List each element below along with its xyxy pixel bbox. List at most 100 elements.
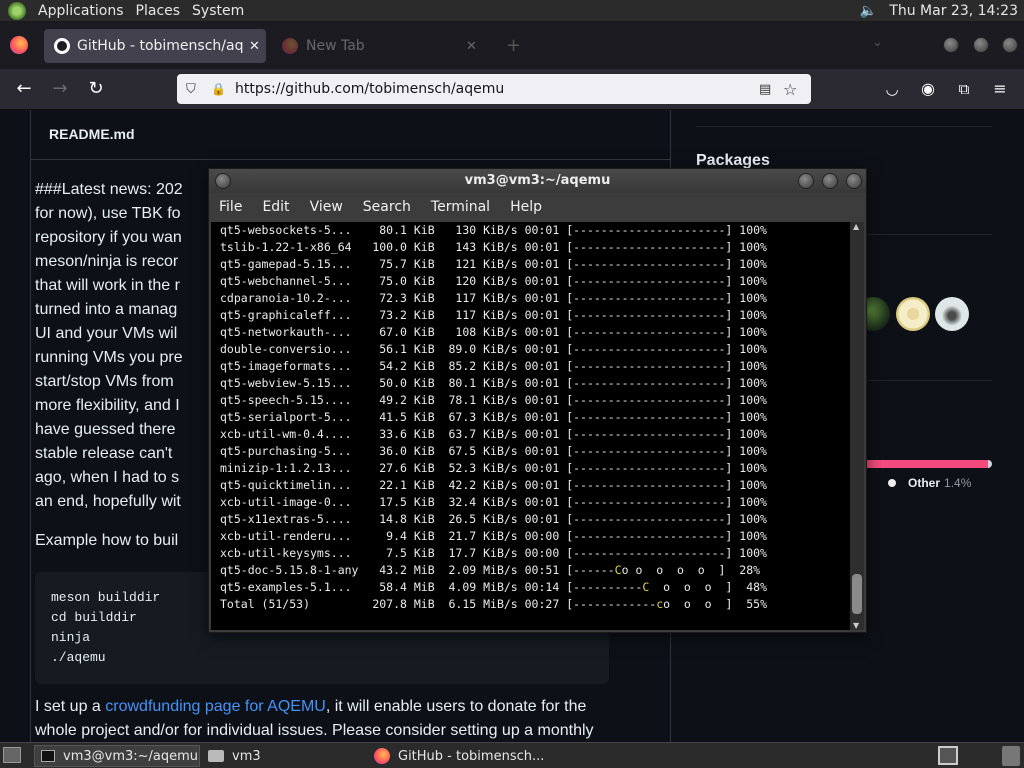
list-tabs-icon[interactable]: ⌄ bbox=[872, 35, 883, 50]
readme-line: meson/ninja is recor bbox=[35, 253, 179, 270]
terminal-scroll-thumb[interactable] bbox=[852, 574, 862, 614]
distro-logo-icon[interactable] bbox=[8, 1, 26, 20]
crowdfunding-link[interactable]: crowdfunding page for AQEMU bbox=[105, 698, 326, 715]
terminal-line: qt5-imageformats... 54.2 KiB 85.2 KiB/s … bbox=[220, 359, 767, 373]
terminal-minimize-button[interactable] bbox=[798, 173, 814, 189]
progress-bar-text: [----------------------] bbox=[566, 342, 733, 356]
progress-bar-text: [----------------------] bbox=[566, 308, 733, 322]
progress-bar-text: [----------------------] bbox=[566, 410, 733, 424]
pocket-icon[interactable]: ◡ bbox=[880, 77, 904, 101]
maximize-window-button[interactable] bbox=[973, 37, 989, 53]
tab-new-tab-title: New Tab bbox=[306, 38, 365, 54]
terminal-line: qt5-networkauth-... 67.0 KiB 108 KiB/s 0… bbox=[220, 325, 767, 339]
terminal-line: qt5-webchannel-5... 75.0 KiB 120 KiB/s 0… bbox=[220, 274, 767, 288]
reload-icon[interactable]: ↻ bbox=[84, 77, 108, 101]
terminal-line: qt5-websockets-5... 80.1 KiB 130 KiB/s 0… bbox=[220, 223, 767, 237]
tab-close-icon[interactable]: ✕ bbox=[249, 39, 260, 54]
readme-line: turned into a manag bbox=[35, 301, 178, 318]
terminal-menubar: File Edit View Search Terminal Help bbox=[209, 193, 866, 221]
scroll-down-icon[interactable]: ▼ bbox=[853, 621, 859, 630]
workspace-switcher[interactable] bbox=[938, 746, 958, 765]
applications-menu[interactable]: Applications bbox=[32, 0, 130, 22]
new-tab-plus-icon[interactable]: + bbox=[506, 35, 521, 56]
terminal-close-button[interactable] bbox=[846, 173, 862, 189]
system-menu[interactable]: System bbox=[186, 0, 250, 22]
tab-new-tab[interactable]: New Tab ✕ bbox=[272, 29, 486, 63]
back-arrow-icon[interactable]: ← bbox=[12, 77, 36, 101]
terminal-titlebar[interactable]: vm3@vm3:~/aqemu bbox=[209, 169, 866, 193]
language-other-entry[interactable]: Other 1.4% bbox=[888, 476, 971, 490]
readme-line: that will work in the r bbox=[35, 277, 180, 294]
volume-icon[interactable]: 🔈 bbox=[857, 3, 879, 19]
places-menu[interactable]: Places bbox=[130, 0, 187, 22]
progress-bar-text: [----------------------] bbox=[566, 291, 733, 305]
shield-icon[interactable]: ⛉ bbox=[186, 82, 202, 97]
account-icon[interactable]: ◉ bbox=[916, 77, 940, 101]
terminal-menu-button[interactable] bbox=[215, 173, 231, 189]
terminal-menu-view[interactable]: View bbox=[300, 199, 353, 215]
terminal-line: qt5-speech-5.15.... 49.2 KiB 78.1 KiB/s … bbox=[220, 393, 767, 407]
terminal-menu-search[interactable]: Search bbox=[353, 199, 421, 215]
progress-bar-text: [----------------------] bbox=[566, 325, 733, 339]
terminal-title: vm3@vm3:~/aqemu bbox=[464, 173, 611, 188]
trash-icon[interactable] bbox=[1002, 746, 1020, 766]
url-text[interactable]: https://github.com/tobimensch/aqemu bbox=[235, 81, 759, 97]
terminal-maximize-button[interactable] bbox=[822, 173, 838, 189]
terminal-window[interactable]: vm3@vm3:~/aqemu File Edit View Search Te… bbox=[208, 168, 867, 633]
terminal-menu-edit[interactable]: Edit bbox=[252, 199, 299, 215]
taskbar-item-label: vm3@vm3:~/aqemu bbox=[63, 748, 199, 764]
terminal-scrollbar[interactable]: ▲ ▼ bbox=[850, 222, 864, 630]
progress-bar-text: [----------------------] bbox=[566, 376, 733, 390]
progress-bar-text: [----------------------] bbox=[566, 546, 733, 560]
readme-line: repository if you wan bbox=[35, 229, 182, 246]
minimize-window-button[interactable] bbox=[943, 37, 959, 53]
folder-icon bbox=[208, 750, 224, 762]
url-bar[interactable]: ⛉ 🔒 https://github.com/tobimensch/aqemu … bbox=[177, 74, 811, 104]
lock-icon[interactable]: 🔒 bbox=[211, 82, 226, 96]
tab-close-icon[interactable]: ✕ bbox=[466, 39, 477, 54]
progress-bar-text: [----------------------] bbox=[566, 427, 733, 441]
extensions-icon[interactable]: ⧉ bbox=[952, 77, 976, 101]
terminal-menu-terminal[interactable]: Terminal bbox=[421, 199, 500, 215]
readme-line: for now), use TBK fo bbox=[35, 205, 181, 222]
contributor-avatar[interactable] bbox=[935, 297, 969, 331]
progress-bar-text: [----------------------] bbox=[566, 461, 733, 475]
tab-github[interactable]: GitHub - tobimensch/aqemu ✕ bbox=[44, 29, 266, 63]
tab-github-title: GitHub - tobimensch/aqemu bbox=[77, 38, 243, 54]
terminal-line: xcb-util-renderu... 9.4 KiB 21.7 KiB/s 0… bbox=[220, 529, 767, 543]
forward-arrow-icon[interactable]: → bbox=[48, 77, 72, 101]
terminal-menu-file[interactable]: File bbox=[209, 199, 252, 215]
readme-line: start/stop VMs from bbox=[35, 373, 174, 390]
panel-tray: 🔈 Thu Mar 23, 14:23 bbox=[857, 0, 1024, 22]
taskbar-item-firefox[interactable]: GitHub - tobimensch... bbox=[374, 745, 564, 767]
terminal-line: xcb-util-image-0... 17.5 KiB 32.4 KiB/s … bbox=[220, 495, 767, 509]
hamburger-menu-icon[interactable]: ≡ bbox=[988, 77, 1012, 101]
crowdfunding-text-line2: whole project and/or for individual issu… bbox=[35, 722, 594, 739]
reader-view-icon[interactable]: ▤ bbox=[759, 82, 783, 97]
progress-bar-text: [----------------------] bbox=[566, 512, 733, 526]
terminal-output[interactable]: qt5-websockets-5... 80.1 KiB 130 KiB/s 0… bbox=[211, 222, 850, 630]
firefox-view-icon[interactable] bbox=[10, 36, 28, 54]
taskbar-item-terminal[interactable]: vm3@vm3:~/aqemu bbox=[34, 745, 200, 767]
terminal-line: qt5-x11extras-5.... 14.8 KiB 26.5 KiB/s … bbox=[220, 512, 767, 526]
taskbar-item-files[interactable]: vm3 bbox=[206, 745, 366, 767]
navigation-toolbar: ← → ↻ ⛉ 🔒 https://github.com/tobimensch/… bbox=[0, 69, 1024, 110]
bookmark-star-icon[interactable]: ☆ bbox=[783, 80, 811, 99]
panel-clock[interactable]: Thu Mar 23, 14:23 bbox=[879, 3, 1024, 19]
code-line: ./aqemu bbox=[51, 650, 106, 665]
show-desktop-icon[interactable] bbox=[3, 747, 21, 763]
progress-bar-text: [----------------------] bbox=[566, 393, 733, 407]
progress-bar-text: [----------------------] bbox=[566, 478, 733, 492]
progress-bar-text: [----------------------] bbox=[566, 240, 733, 254]
contributor-avatar[interactable] bbox=[896, 297, 930, 331]
readme-line: ago, when I had to s bbox=[35, 469, 180, 486]
language-other-label: Other bbox=[908, 476, 941, 490]
readme-line: more flexibility, and I bbox=[35, 397, 180, 414]
crowdfunding-before: I set up a bbox=[35, 698, 106, 715]
terminal-line: cdparanoia-10.2-... 72.3 KiB 117 KiB/s 0… bbox=[220, 291, 767, 305]
readme-line: have guessed there bbox=[35, 421, 176, 438]
scroll-up-icon[interactable]: ▲ bbox=[853, 222, 859, 231]
terminal-menu-help[interactable]: Help bbox=[500, 199, 552, 215]
close-window-button[interactable] bbox=[1002, 37, 1018, 53]
progress-bar-text: [------Co o o o o ] bbox=[566, 563, 726, 577]
